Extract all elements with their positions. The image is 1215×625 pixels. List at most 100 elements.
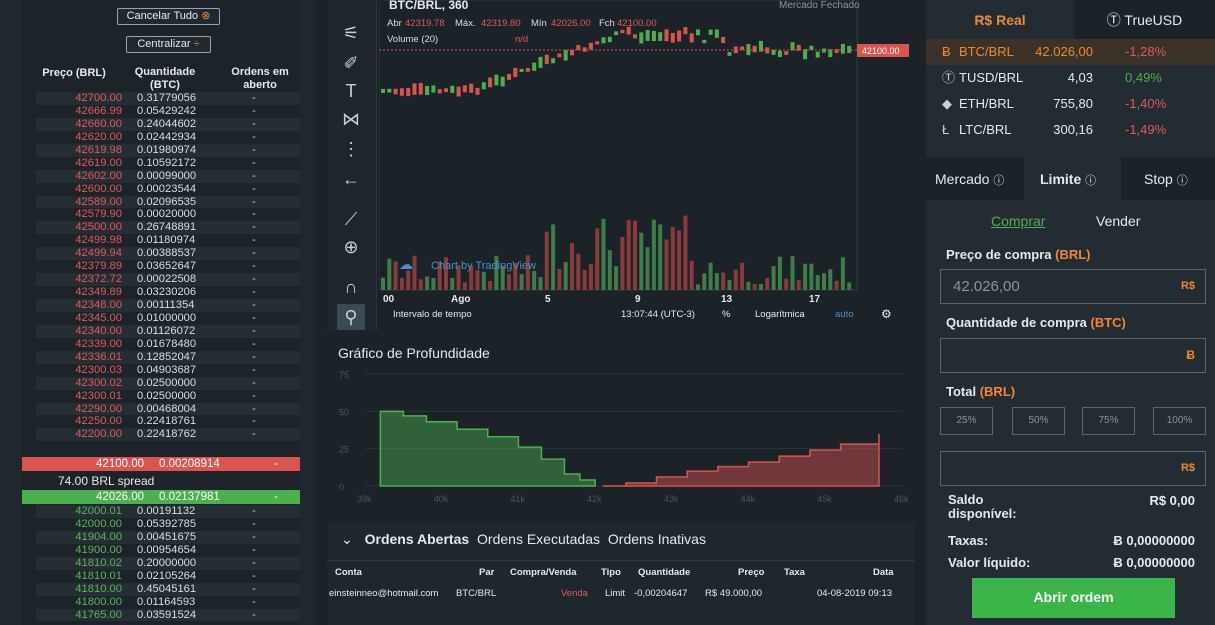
x-tick-0: 00	[383, 294, 395, 305]
ask-row[interactable]: 42349.89 0.03230206 -	[36, 286, 300, 299]
ask-row[interactable]: 42666.99 0.05429242 -	[36, 105, 300, 118]
ask-row[interactable]: 42600.00 0.00023544 -	[36, 183, 300, 196]
pct-25-button[interactable]: 25%	[940, 407, 993, 435]
ask-row[interactable]: 42499.98 0.01180974 -	[36, 234, 300, 247]
best-bid-row[interactable]: 42026.00 0.02137981 -	[22, 490, 300, 504]
bid-row[interactable]: 41904.00 0.00451675 -	[36, 530, 300, 544]
ruler-icon[interactable]: ⟋	[337, 206, 365, 232]
bid-open: -	[252, 569, 256, 582]
ask-open: -	[252, 376, 256, 389]
market-row[interactable]: Ł LTC/BRL 300,16 -1,49%	[926, 117, 1215, 143]
ask-row[interactable]: 42300.01 0.02500000 -	[36, 390, 300, 403]
ask-row[interactable]: 42340.00 0.01126072 -	[36, 324, 300, 338]
bid-row[interactable]: 41810.00 0.45045161 -	[36, 582, 300, 596]
percent-toggle[interactable]: %	[722, 309, 731, 320]
trueusd-icon: Ⓣ	[942, 70, 956, 85]
ask-row[interactable]: 42348.00 0.00111354 -	[36, 299, 300, 312]
bid-row[interactable]: 41800.00 0.01164593 -	[36, 596, 300, 609]
volume-bar	[425, 276, 430, 290]
market-row[interactable]: Ƀ BTC/BRL 42.026,00 -1,28%	[926, 39, 1215, 65]
pct-75-button[interactable]: 75%	[1082, 407, 1135, 435]
info-icon: ⓘ	[1085, 175, 1097, 187]
log-toggle[interactable]: Logarítmica	[755, 309, 805, 320]
tab-market[interactable]: Mercado ⓘ	[935, 171, 1004, 188]
lock-drawing-icon[interactable]: ⚲	[337, 304, 365, 330]
back-arrow-icon[interactable]: ←	[337, 166, 365, 192]
bid-row[interactable]: 42000.00 0.05392785 -	[36, 518, 300, 531]
quantity-input[interactable]: Ƀ	[940, 338, 1206, 373]
interval-button[interactable]: Intervalo de tempo	[393, 309, 472, 320]
volume-bar	[538, 277, 543, 290]
bid-row[interactable]: 41900.00 0.00954654 -	[36, 544, 300, 557]
ask-row[interactable]: 42602.00 0.00099000 -	[36, 169, 300, 183]
qty-label: Quantidade de compra (BTC)	[946, 315, 1126, 330]
ask-row[interactable]: 42700.00 0.31779056 -	[36, 92, 300, 105]
magnet-icon[interactable]: ∩	[337, 274, 365, 300]
open-order-button[interactable]: Abrir ordem	[972, 578, 1175, 618]
info-icon: ⓘ	[1176, 175, 1188, 187]
ask-row[interactable]: 42379.89 0.03652647 -	[36, 260, 300, 273]
tab-trueusd[interactable]: Ⓣ TrueUSD	[1074, 0, 1215, 40]
col-fee: Taxa	[784, 567, 805, 578]
candle	[456, 86, 461, 97]
collapse-chevron-icon[interactable]: ⌄	[341, 531, 353, 547]
market-row[interactable]: ◆ ETH/BRL 755,80 -1,40%	[926, 91, 1215, 117]
ask-row[interactable]: 42200.00 0.22418762 -	[36, 428, 300, 442]
auto-toggle[interactable]: auto	[835, 309, 854, 320]
market-row[interactable]: Ⓣ TUSD/BRL 4,03 0,49%	[926, 65, 1215, 91]
ask-price: 42619.98	[75, 143, 122, 156]
ask-row[interactable]: 42499.94 0.00388537 -	[36, 247, 300, 261]
ask-price: 42660.00	[75, 117, 122, 130]
cancel-all-button[interactable]: Cancelar Tudo ⊗	[117, 8, 220, 25]
depth-x-tick: 44k	[741, 494, 756, 504]
text-icon[interactable]: T	[337, 78, 365, 104]
tab-stop[interactable]: Stop ⓘ	[1144, 171, 1188, 188]
ask-row[interactable]: 42250.00 0.22418761 -	[36, 415, 300, 428]
tab-open-orders[interactable]: Ordens Abertas	[365, 531, 470, 547]
tab-limit[interactable]: Limite ⓘ	[1024, 157, 1121, 200]
bid-row[interactable]: 41765.00 0.03591524 -	[36, 608, 300, 622]
pct-100-button[interactable]: 100%	[1153, 407, 1206, 435]
best-ask-row[interactable]: 42100.00 0.00208914 -	[22, 457, 300, 471]
ask-price: 42349.89	[75, 286, 122, 299]
ask-row[interactable]: 42620.00 0.02442934 -	[36, 131, 300, 144]
ask-row[interactable]: 42339.00 0.01678480 -	[36, 338, 300, 351]
total-input[interactable]: R$	[940, 451, 1206, 486]
ask-open: -	[252, 260, 256, 273]
bid-row[interactable]: 41810.02 0.20000000 -	[36, 556, 300, 570]
tab-sell[interactable]: Vender	[1096, 213, 1140, 229]
pattern-icon[interactable]: ⋈	[337, 106, 365, 132]
ask-row[interactable]: 42619.98 0.01980974 -	[36, 143, 300, 157]
ask-row[interactable]: 42660.00 0.24044602 -	[36, 117, 300, 131]
volume-bar	[462, 282, 467, 290]
bid-row[interactable]: 41810.01 0.02105264 -	[36, 570, 300, 583]
candle	[563, 49, 568, 61]
pct-50-button[interactable]: 50%	[1012, 407, 1065, 435]
ask-row[interactable]: 42589.00 0.02096535 -	[36, 195, 300, 209]
ask-row[interactable]: 42500.00 0.26748891 -	[36, 221, 300, 235]
price-chart[interactable]: BTC/BRL, 360 Mercado Fechado Abr 42319.7…	[378, 0, 915, 330]
brush-icon[interactable]: ✐	[337, 50, 365, 76]
zoom-in-icon[interactable]: ⊕	[337, 234, 365, 260]
volume-label[interactable]: Volume (20)	[387, 34, 438, 45]
ask-row[interactable]: 42300.02 0.02500000 -	[36, 376, 300, 390]
tab-executed-orders[interactable]: Ordens Executadas	[477, 531, 600, 547]
col-type: Tipo	[601, 567, 621, 578]
ask-row[interactable]: 42290.00 0.00468004 -	[36, 402, 300, 416]
ask-row[interactable]: 42345.00 0.01000000 -	[36, 312, 300, 325]
ask-row[interactable]: 42300.03 0.04903687 -	[36, 364, 300, 377]
ask-row[interactable]: 42372.72 0.00022508 -	[36, 273, 300, 287]
ask-row[interactable]: 42336.01 0.12852047 -	[36, 350, 300, 364]
ask-row[interactable]: 42579.90 0.00020000 -	[36, 208, 300, 221]
ask-row[interactable]: 42619.00 0.10592172 -	[36, 157, 300, 170]
tab-inactive-orders[interactable]: Ordens Inativas	[608, 531, 706, 547]
bid-row[interactable]: 42000.01 0.00191132 -	[36, 505, 300, 518]
price-input[interactable]: 42.026,00 R$	[940, 269, 1206, 304]
tab-buy[interactable]: Comprar	[991, 213, 1045, 229]
settings-gear-icon[interactable]: ⚙	[881, 307, 892, 321]
tab-real[interactable]: R$ Real	[926, 0, 1074, 40]
measure-icon[interactable]: ⋮	[337, 136, 365, 162]
center-button[interactable]: Centralizar ÷	[126, 36, 211, 53]
volume-bar	[689, 260, 694, 290]
trend-line-icon[interactable]: ⚟	[337, 20, 365, 46]
